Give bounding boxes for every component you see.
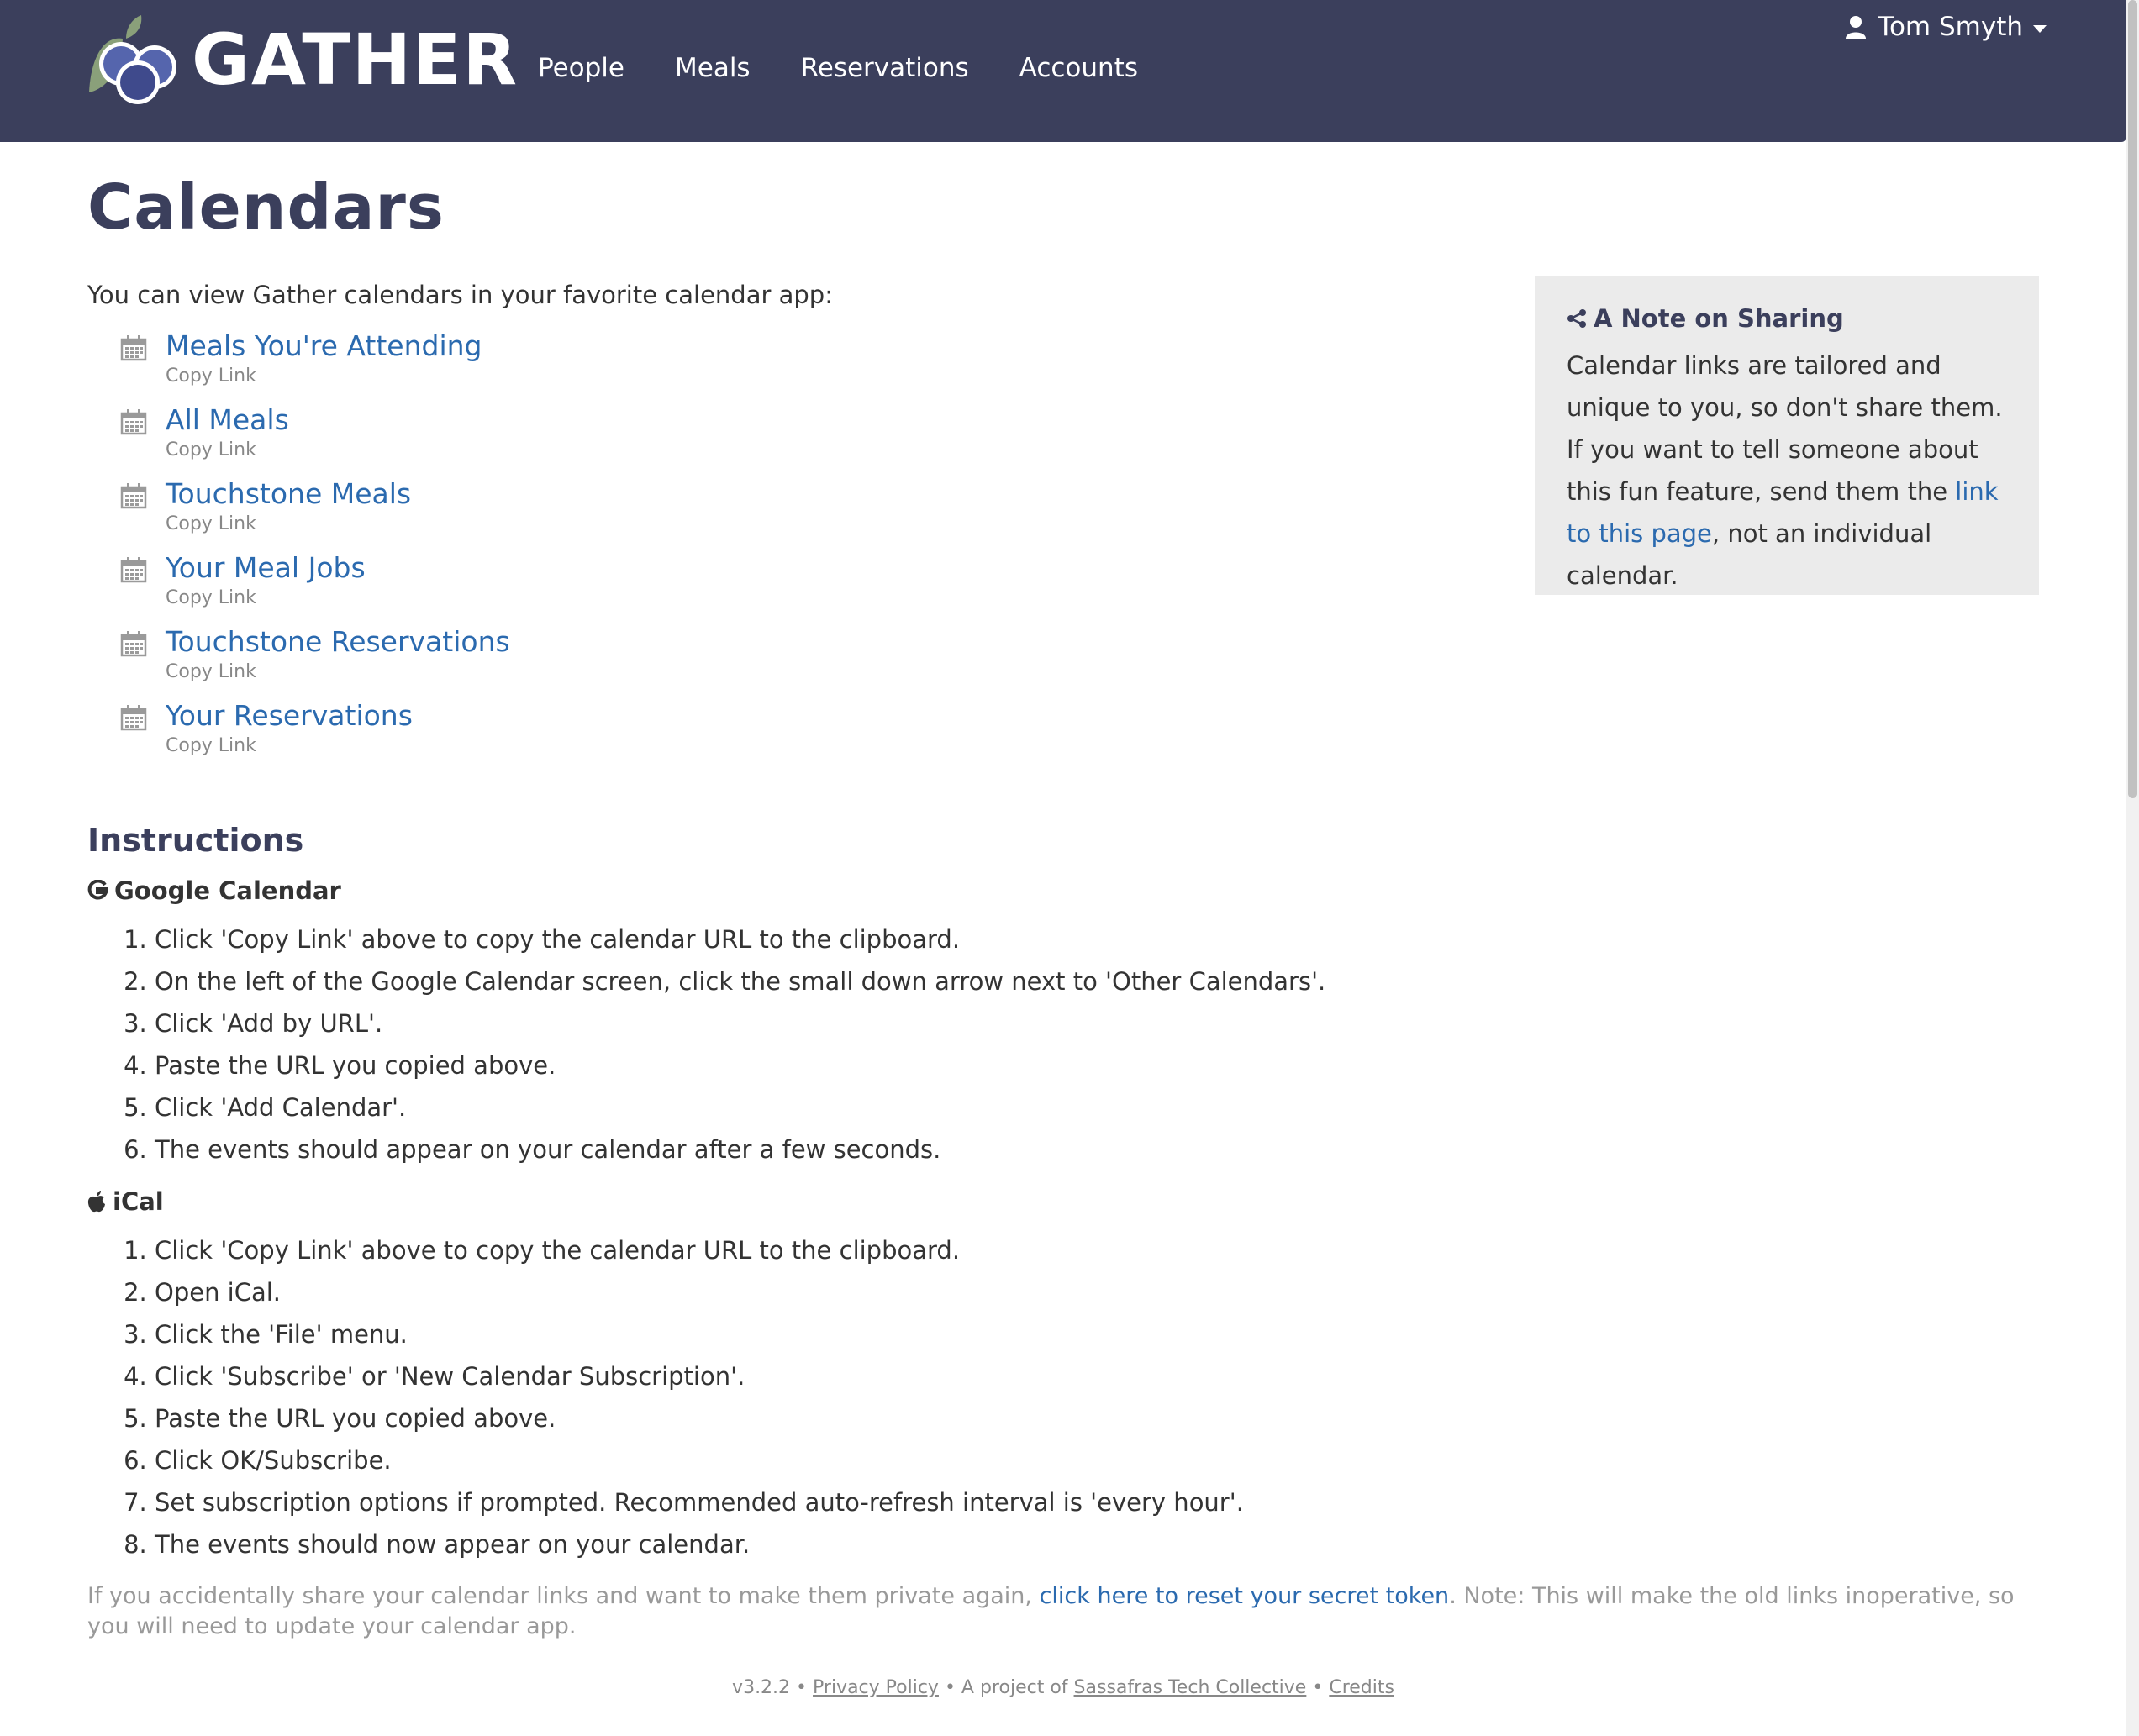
calendar-list-item: Touchstone Reservations Copy Link (120, 623, 510, 697)
reset-note-text: If you accidentally share your calendar … (87, 1583, 1040, 1609)
intro-text: You can view Gather calendars in your fa… (87, 281, 833, 309)
instruction-step: Set subscription options if prompted. Re… (155, 1481, 1244, 1523)
instruction-step: Paste the URL you copied above. (155, 1044, 1325, 1086)
page-scrollbar[interactable] (2126, 0, 2139, 1736)
instruction-step: Paste the URL you copied above. (155, 1397, 1244, 1439)
copy-link-button[interactable]: Copy Link (166, 513, 411, 536)
calendar-list-item: Meals You're Attending Copy Link (120, 328, 510, 402)
calendar-list-item: Touchstone Meals Copy Link (120, 476, 510, 550)
instruction-step: Click 'Copy Link' above to copy the cale… (155, 918, 1325, 960)
calendar-link[interactable]: Meals You're Attending (166, 328, 482, 365)
sassafras-link[interactable]: Sassafras Tech Collective (1074, 1677, 1307, 1698)
top-navbar: GATHER People Meals Reservations Account… (0, 0, 2126, 142)
calendar-link[interactable]: Your Reservations (166, 697, 413, 734)
share-icon (1567, 309, 1586, 328)
sharing-note-panel: A Note on Sharing Calendar links are tai… (1535, 276, 2039, 595)
instruction-step: Click OK/Subscribe. (155, 1439, 1244, 1481)
instruction-step: Click 'Add Calendar'. (155, 1086, 1325, 1128)
note-title-text: A Note on Sharing (1594, 304, 1844, 333)
google-calendar-title: Google Calendar (114, 876, 341, 905)
version-label: v3.2.2 (732, 1677, 791, 1698)
ical-steps-list: Click 'Copy Link' above to copy the cale… (87, 1229, 1244, 1565)
blueberry-logo-icon (89, 15, 176, 104)
page-title: Calendars (87, 171, 445, 244)
calendar-icon (120, 631, 147, 657)
page-footer: v3.2.2 • Privacy Policy • A project of S… (732, 1677, 1394, 1698)
reset-token-note: If you accidentally share your calendar … (87, 1581, 2046, 1642)
brand-name: GATHER (192, 18, 519, 101)
copy-link-button[interactable]: Copy Link (166, 660, 510, 684)
instructions-heading: Instructions (87, 822, 304, 859)
instruction-step: On the left of the Google Calendar scree… (155, 960, 1325, 1002)
user-name: Tom Smyth (1878, 12, 2023, 42)
note-title: A Note on Sharing (1567, 304, 2007, 333)
note-body-text: Calendar links are tailored and unique t… (1567, 351, 2003, 506)
copy-link-button[interactable]: Copy Link (166, 365, 482, 388)
instruction-step: The events should appear on your calenda… (155, 1128, 1325, 1170)
calendar-list-item: All Meals Copy Link (120, 402, 510, 476)
calendar-icon (120, 409, 147, 435)
user-menu-dropdown[interactable]: Tom Smyth (1846, 12, 2047, 42)
apple-icon (87, 1191, 105, 1213)
chevron-down-icon (2033, 24, 2047, 33)
nav-people[interactable]: People (538, 53, 624, 83)
ical-title: iCal (113, 1187, 164, 1216)
calendar-link[interactable]: Touchstone Meals (166, 476, 411, 513)
google-calendar-heading: Google Calendar (87, 876, 341, 905)
credits-link[interactable]: Credits (1329, 1677, 1394, 1698)
project-prefix: A project of (961, 1677, 1068, 1698)
privacy-policy-link[interactable]: Privacy Policy (813, 1677, 939, 1698)
calendar-link[interactable]: All Meals (166, 402, 289, 439)
calendar-icon (120, 483, 147, 509)
scrollbar-thumb[interactable] (2128, 0, 2137, 798)
calendar-icon (120, 557, 147, 583)
nav-reservations[interactable]: Reservations (801, 53, 969, 83)
calendar-list-item: Your Reservations Copy Link (120, 697, 510, 771)
note-body: Calendar links are tailored and unique t… (1567, 345, 2007, 597)
instruction-step: Click 'Copy Link' above to copy the cale… (155, 1229, 1244, 1271)
calendar-link[interactable]: Your Meal Jobs (166, 550, 366, 587)
ical-heading: iCal (87, 1187, 164, 1216)
google-icon (87, 880, 108, 900)
nav-accounts[interactable]: Accounts (1019, 53, 1138, 83)
nav-meals[interactable]: Meals (675, 53, 751, 83)
calendar-list: Meals You're Attending Copy Link All Mea… (120, 328, 510, 771)
main-nav: People Meals Reservations Accounts (538, 53, 1188, 83)
calendar-list-item: Your Meal Jobs Copy Link (120, 550, 510, 623)
copy-link-button[interactable]: Copy Link (166, 439, 289, 462)
reset-token-link[interactable]: click here to reset your secret token (1040, 1583, 1450, 1609)
instruction-step: Click the 'File' menu. (155, 1313, 1244, 1355)
copy-link-button[interactable]: Copy Link (166, 587, 366, 610)
google-steps-list: Click 'Copy Link' above to copy the cale… (87, 918, 1325, 1170)
calendar-icon (120, 705, 147, 731)
user-icon (1846, 16, 1867, 39)
instruction-step: Open iCal. (155, 1271, 1244, 1313)
calendar-icon (120, 335, 147, 361)
instruction-step: Click 'Subscribe' or 'New Calendar Subsc… (155, 1355, 1244, 1397)
instruction-step: The events should now appear on your cal… (155, 1523, 1244, 1565)
calendar-link[interactable]: Touchstone Reservations (166, 623, 510, 660)
brand-logo[interactable]: GATHER (87, 15, 519, 104)
instruction-step: Click 'Add by URL'. (155, 1002, 1325, 1044)
copy-link-button[interactable]: Copy Link (166, 734, 413, 758)
